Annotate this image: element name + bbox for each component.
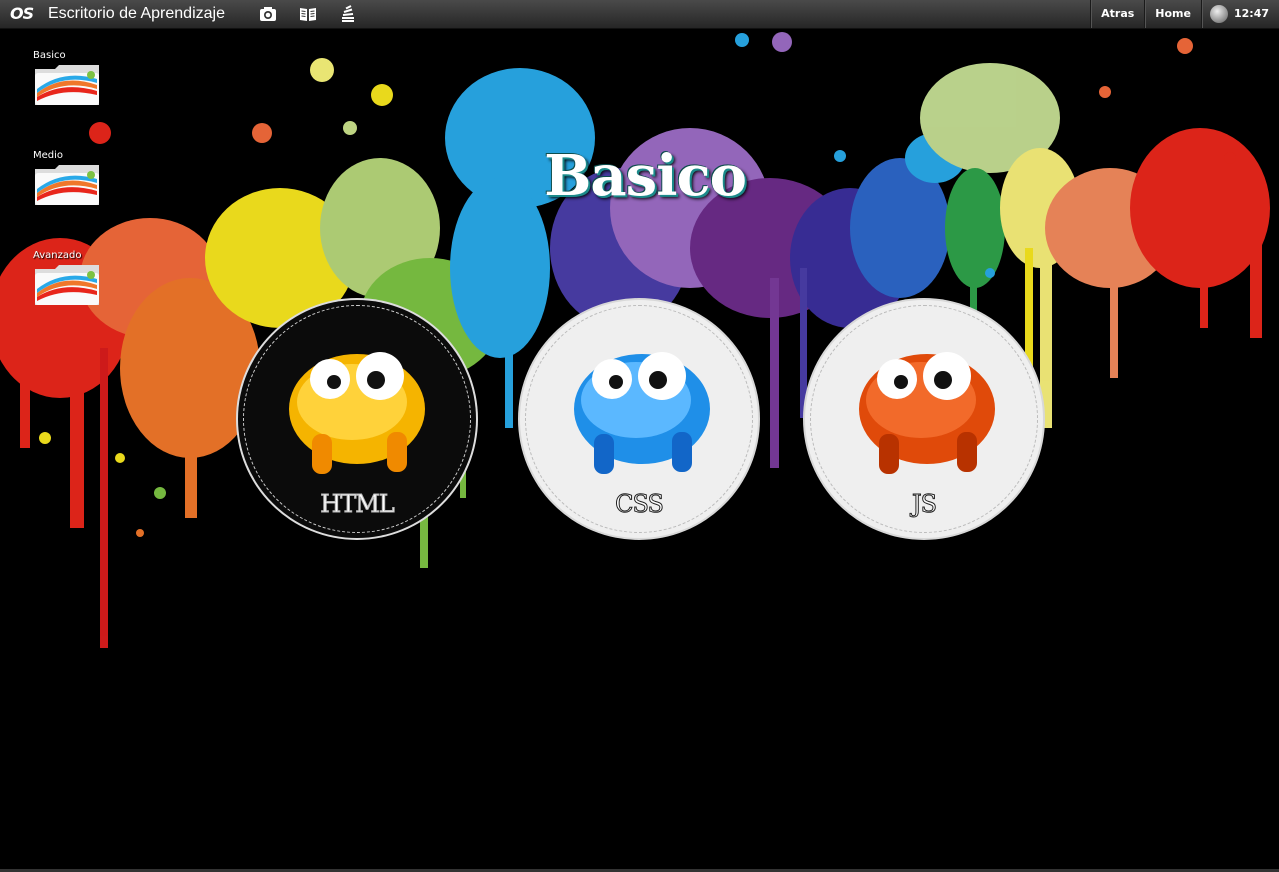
course-css[interactable]: CSS xyxy=(520,300,758,538)
page-title: Basico xyxy=(544,143,747,209)
back-button[interactable]: Atras xyxy=(1090,0,1144,28)
course-label: HTML xyxy=(320,490,395,519)
course-js[interactable]: JS xyxy=(805,300,1043,538)
clock[interactable]: 12:47 xyxy=(1200,0,1279,28)
folder-label: Basico xyxy=(33,50,66,61)
camera-icon[interactable] xyxy=(259,5,277,23)
desktop-folder-basico[interactable]: Basico xyxy=(33,50,103,107)
folder-icon xyxy=(35,165,99,205)
os-logo: OS xyxy=(10,4,34,23)
desktop-folder-avanzado[interactable]: Avanzado xyxy=(33,250,103,307)
clock-icon xyxy=(1209,5,1228,23)
monster-icon xyxy=(289,352,425,474)
course-label: JS xyxy=(911,490,937,519)
course-html[interactable]: HTML xyxy=(238,300,476,538)
course-label: CSS xyxy=(615,490,665,519)
desktop-folder-medio[interactable]: Medio xyxy=(33,150,103,207)
stack-icon[interactable] xyxy=(339,5,357,23)
top-bar: OS Escritorio de Aprendizaje Atras Home … xyxy=(0,0,1279,29)
folder-icon xyxy=(35,265,99,305)
app-title: Escritorio de Aprendizaje xyxy=(48,5,225,22)
folder-icon xyxy=(35,65,99,105)
folder-label: Medio xyxy=(33,150,64,161)
home-button[interactable]: Home xyxy=(1144,0,1201,28)
folder-label: Avanzado xyxy=(33,250,82,261)
book-icon[interactable] xyxy=(299,5,317,23)
monster-icon xyxy=(574,352,710,474)
monster-icon xyxy=(859,352,995,474)
clock-time: 12:47 xyxy=(1233,7,1269,20)
